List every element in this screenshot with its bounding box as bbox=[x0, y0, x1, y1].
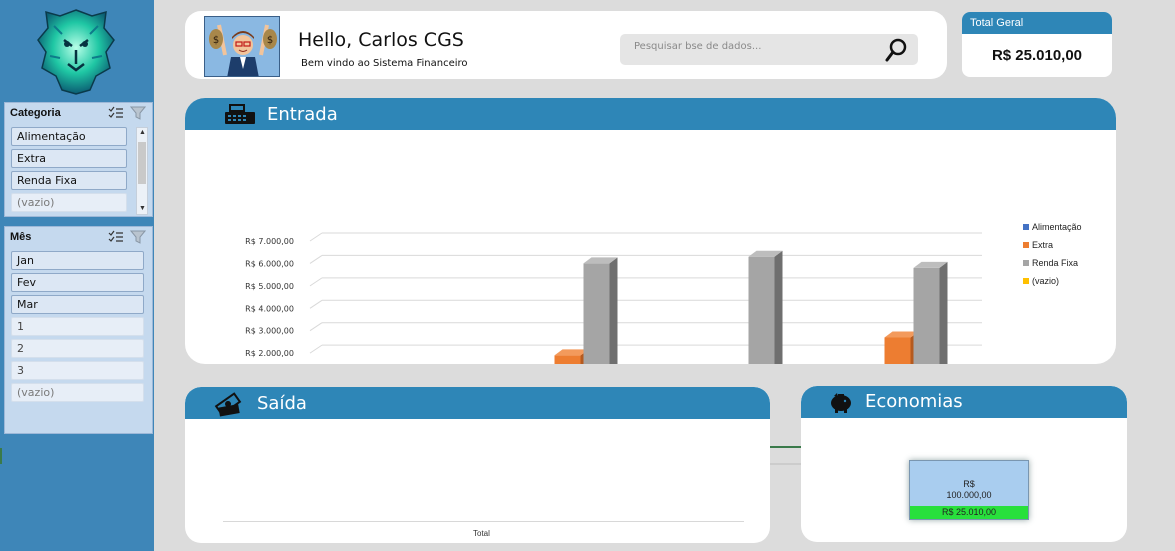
welcome-text: Bem vindo ao Sistema Financeiro bbox=[301, 58, 468, 69]
legend-label: Renda Fixa bbox=[1032, 258, 1079, 268]
slicer-item-vazio[interactable]: (vazio) bbox=[11, 193, 127, 212]
y-tick-label: R$ 7.000,00 bbox=[245, 237, 294, 246]
user-avatar-icon: $ $ bbox=[205, 17, 279, 76]
savings-saved-value: R$ 25.010,00 bbox=[910, 506, 1028, 519]
avatar: $ $ bbox=[204, 16, 280, 77]
y-tick-label: R$ 4.000,00 bbox=[245, 304, 294, 313]
chart-legend: Alimentação Extra Renda Fixa (vazio) bbox=[1023, 218, 1082, 290]
economias-header: Economias bbox=[801, 386, 1127, 418]
y-tick-label: R$ 6.000,00 bbox=[245, 259, 294, 268]
greeting-text: Hello, Carlos CGS bbox=[298, 29, 464, 51]
bar-side bbox=[939, 261, 948, 364]
bar bbox=[913, 267, 940, 364]
bar-side bbox=[609, 257, 618, 364]
connector-line bbox=[770, 463, 801, 465]
multi-select-icon[interactable] bbox=[108, 230, 124, 244]
bar bbox=[583, 263, 610, 364]
savings-goal-value: 100.000,00 bbox=[946, 490, 992, 500]
legend-swatch bbox=[1023, 242, 1029, 248]
y-tick-label: R$ 2.000,00 bbox=[245, 349, 294, 358]
legend-swatch bbox=[1023, 260, 1029, 266]
cash-register-icon bbox=[225, 104, 255, 124]
saida-axis bbox=[223, 521, 744, 522]
legend-label: Extra bbox=[1032, 240, 1054, 250]
categoria-slicer-title: Categoria bbox=[10, 107, 61, 119]
legend-label: (vazio) bbox=[1032, 276, 1060, 286]
categoria-scrollbar[interactable]: ▲ ▼ bbox=[136, 127, 148, 215]
lion-logo-icon bbox=[37, 9, 115, 95]
slicer-item-fev[interactable]: Fev bbox=[11, 273, 144, 292]
search-box bbox=[620, 34, 918, 65]
gridline bbox=[309, 322, 323, 332]
categoria-slicer: Categoria Alimentação Extra Renda Fixa (… bbox=[4, 102, 153, 217]
economias-title: Economias bbox=[865, 391, 963, 412]
bar bbox=[884, 337, 911, 364]
legend-swatch bbox=[1023, 278, 1029, 284]
svg-text:$: $ bbox=[213, 35, 219, 46]
bar-side bbox=[774, 250, 783, 364]
gridline bbox=[309, 277, 323, 287]
slicer-item-jan[interactable]: Jan bbox=[11, 251, 144, 270]
piggy-bank-icon bbox=[831, 393, 851, 413]
entrada-title: Entrada bbox=[267, 104, 338, 125]
bar bbox=[748, 256, 775, 364]
slicer-item-vazio[interactable]: (vazio) bbox=[11, 383, 144, 402]
sidebar: Categoria Alimentação Extra Renda Fixa (… bbox=[0, 0, 154, 551]
clear-filter-icon[interactable] bbox=[130, 106, 146, 120]
legend-item: Renda Fixa bbox=[1023, 254, 1082, 272]
scroll-thumb[interactable] bbox=[138, 142, 146, 184]
total-geral-label: Total Geral bbox=[962, 12, 1112, 34]
entrada-chart: R$ -R$ 1.000,00R$ 2.000,00R$ 3.000,00R$ … bbox=[245, 232, 982, 364]
svg-text:$: $ bbox=[267, 35, 273, 46]
gridline bbox=[309, 255, 323, 264]
y-tick-label: R$ 3.000,00 bbox=[245, 327, 294, 336]
saida-header: Saída bbox=[185, 387, 770, 419]
slicer-item-3[interactable]: 3 bbox=[11, 361, 144, 380]
divider bbox=[0, 448, 2, 464]
economias-section: Economias R$ 100.000,00 R$ 25.010,00 bbox=[801, 386, 1127, 542]
gridline bbox=[309, 232, 323, 242]
saida-title: Saída bbox=[257, 393, 307, 414]
total-geral-card: Total Geral R$ 25.010,00 bbox=[962, 12, 1112, 77]
scroll-down-icon[interactable]: ▼ bbox=[138, 204, 147, 214]
money-bills-icon bbox=[214, 392, 242, 417]
search-input[interactable] bbox=[634, 41, 874, 52]
slicer-item-renda-fixa[interactable]: Renda Fixa bbox=[11, 171, 127, 190]
bar bbox=[554, 355, 581, 364]
slicer-item-1[interactable]: 1 bbox=[11, 317, 144, 336]
connector-line bbox=[770, 446, 801, 448]
saida-axis-label: Total bbox=[473, 529, 490, 538]
total-geral-value: R$ 25.010,00 bbox=[991, 47, 1083, 64]
savings-goal-currency: R$ bbox=[963, 479, 975, 489]
legend-label: Alimentação bbox=[1032, 222, 1082, 232]
slicer-item-alimentacao[interactable]: Alimentação bbox=[11, 127, 127, 146]
mes-slicer: Mês Jan Fev Mar 1 2 3 (vazio) bbox=[4, 226, 153, 434]
gridline bbox=[309, 344, 323, 354]
search-icon[interactable] bbox=[884, 37, 908, 63]
scroll-up-icon[interactable]: ▲ bbox=[138, 128, 147, 138]
legend-item: Extra bbox=[1023, 236, 1082, 254]
mes-slicer-title: Mês bbox=[10, 231, 32, 243]
savings-goal-box: R$ 100.000,00 R$ 25.010,00 bbox=[909, 460, 1029, 520]
legend-swatch bbox=[1023, 224, 1029, 230]
y-tick-label: R$ 5.000,00 bbox=[245, 282, 294, 291]
slicer-item-2[interactable]: 2 bbox=[11, 339, 144, 358]
saida-section: Saída Total bbox=[185, 387, 770, 543]
clear-filter-icon[interactable] bbox=[130, 230, 146, 244]
header-card: $ $ Hello, Carlos CGS Bem vindo ao Siste… bbox=[185, 11, 947, 79]
legend-item: (vazio) bbox=[1023, 272, 1082, 290]
entrada-header: Entrada bbox=[185, 98, 1116, 130]
slicer-item-extra[interactable]: Extra bbox=[11, 149, 127, 168]
entrada-section: Entrada R$ -R$ 1.000,00R$ 2.000,00R$ 3.0… bbox=[185, 98, 1116, 364]
gridline bbox=[309, 299, 323, 309]
slicer-item-mar[interactable]: Mar bbox=[11, 295, 144, 314]
legend-item: Alimentação bbox=[1023, 218, 1082, 236]
multi-select-icon[interactable] bbox=[108, 106, 124, 120]
